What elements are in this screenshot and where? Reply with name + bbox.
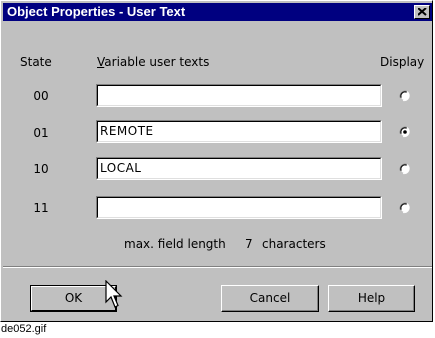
user-text-field-01[interactable]: REMOTE <box>96 120 382 143</box>
state-label-11: 11 <box>33 201 49 215</box>
button-separator <box>3 266 432 268</box>
help-button-label: Help <box>357 291 386 305</box>
display-radio-10[interactable] <box>399 163 411 175</box>
variable-header-rest: ariable user texts <box>104 55 210 69</box>
cancel-button[interactable]: Cancel <box>221 285 319 312</box>
help-button[interactable]: Help <box>328 285 415 312</box>
user-text-value-10: LOCAL <box>100 161 142 175</box>
max-field-length-label: max. field length <box>124 237 226 251</box>
image-caption: de052.gif <box>1 323 47 335</box>
state-label-00: 00 <box>33 89 49 103</box>
user-text-value-01: REMOTE <box>100 124 154 138</box>
max-field-length-value: 7 <box>245 237 253 251</box>
object-properties-dialog: Object Properties - User Text State Vari… <box>0 0 433 322</box>
max-field-length-unit: characters <box>262 237 326 251</box>
user-text-field-10[interactable]: LOCAL <box>96 157 382 180</box>
close-icon <box>418 8 427 16</box>
display-radio-01[interactable] <box>399 126 411 138</box>
display-radio-11[interactable] <box>399 202 411 214</box>
radio-selected-dot <box>403 130 407 134</box>
variable-user-texts-header: Variable user texts <box>97 55 209 69</box>
state-label-10: 10 <box>33 162 49 176</box>
user-text-field-00[interactable] <box>96 84 382 107</box>
title-bar[interactable]: Object Properties - User Text <box>3 3 432 21</box>
state-column-header: State <box>20 55 52 69</box>
ok-button[interactable]: OK <box>30 285 117 312</box>
mouse-pointer-icon <box>105 280 123 308</box>
state-label-01: 01 <box>33 126 49 140</box>
cancel-button-label: Cancel <box>249 291 291 305</box>
close-button[interactable] <box>414 5 430 19</box>
display-radio-00[interactable] <box>399 90 411 102</box>
window-title: Object Properties - User Text <box>7 4 186 19</box>
ok-button-label: OK <box>64 291 83 305</box>
user-text-field-11[interactable] <box>96 196 382 219</box>
display-column-header: Display <box>380 55 425 69</box>
